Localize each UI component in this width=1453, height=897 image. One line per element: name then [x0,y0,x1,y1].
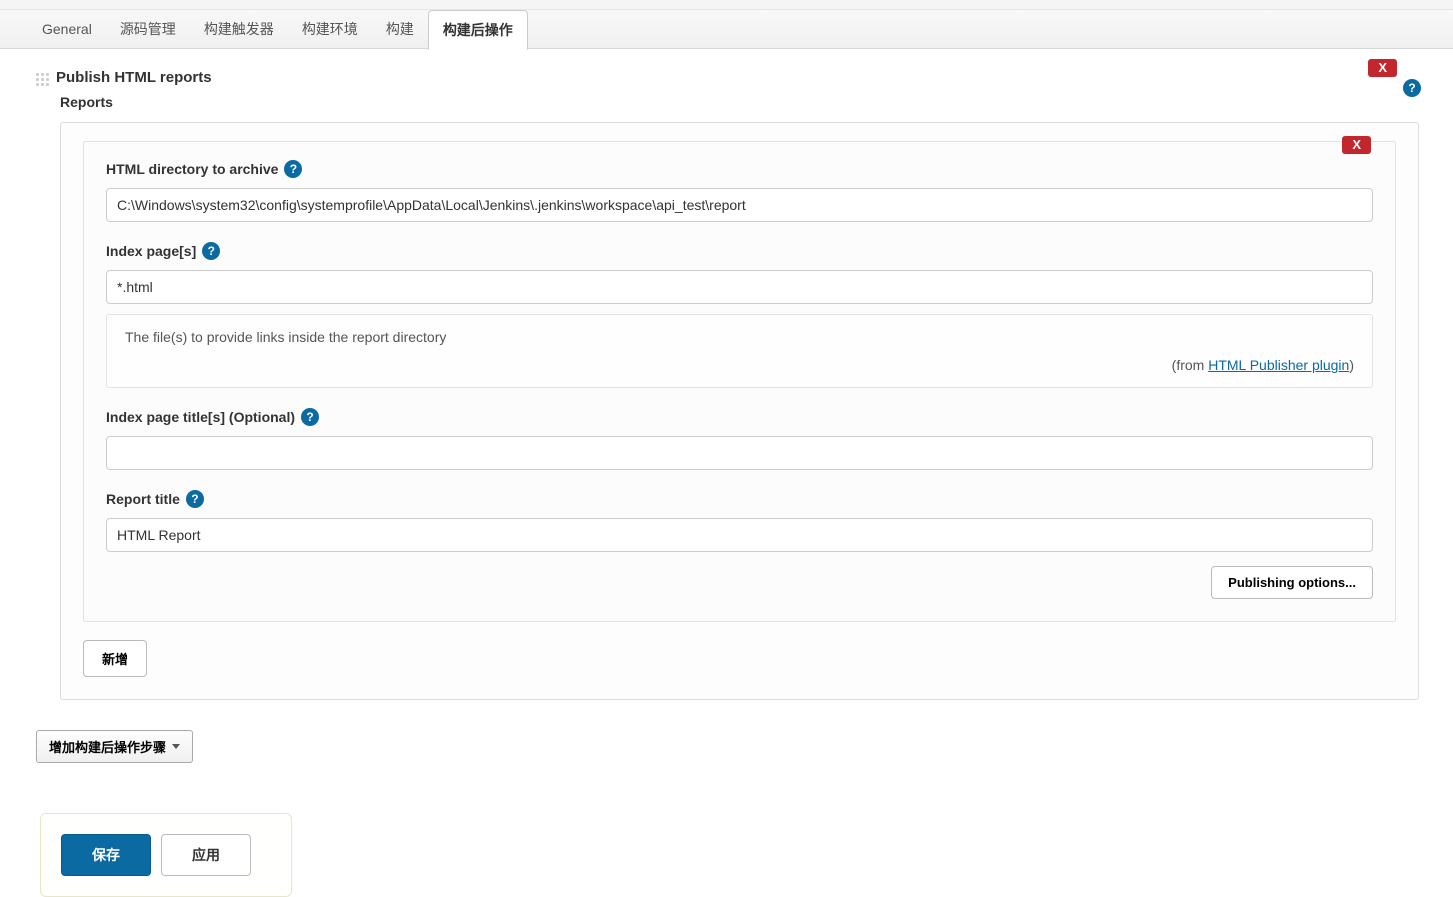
html-dir-label: HTML directory to archive ? [106,160,1373,178]
form-actions: 保存 应用 [40,813,292,897]
publishing-options-button[interactable]: Publishing options... [1211,566,1373,599]
tab-general[interactable]: General [28,9,106,49]
save-button[interactable]: 保存 [61,834,151,876]
drag-handle-icon[interactable] [36,73,50,87]
html-dir-input[interactable] [106,188,1373,222]
help-text: The file(s) to provide links inside the … [125,329,1354,345]
help-icon[interactable]: ? [284,160,302,178]
index-pages-help: The file(s) to provide links inside the … [106,314,1373,388]
tab-build-env[interactable]: 构建环境 [288,9,372,49]
tab-post-build[interactable]: 构建后操作 [428,10,528,50]
help-icon[interactable]: ? [186,490,204,508]
apply-button[interactable]: 应用 [161,834,251,876]
report-title-input[interactable] [106,518,1373,552]
help-icon[interactable]: ? [301,408,319,426]
delete-report-button[interactable]: X [1342,136,1371,154]
tab-build[interactable]: 构建 [372,9,428,49]
index-titles-label: Index page title[s] (Optional) ? [106,408,1373,426]
add-post-build-step-button[interactable]: 增加构建后操作步骤 [36,730,193,763]
plugin-link[interactable]: HTML Publisher plugin [1208,357,1349,373]
report-title-label: Report title ? [106,490,1373,508]
help-source: (from HTML Publisher plugin) [125,357,1354,373]
reports-panel: X HTML directory to archive ? Index page… [60,122,1419,700]
help-icon[interactable]: ? [202,242,220,260]
chevron-down-icon [172,744,180,749]
publish-html-section: X ? Publish HTML reports Reports X HTML … [20,65,1433,700]
index-pages-input[interactable] [106,270,1373,304]
tab-scm[interactable]: 源码管理 [106,9,190,49]
add-report-button[interactable]: 新增 [83,640,147,677]
reports-label: Reports [20,94,1433,122]
tabs-bar: General 源码管理 构建触发器 构建环境 构建 构建后操作 [0,9,1453,49]
report-entry: X HTML directory to archive ? Index page… [83,141,1396,622]
tab-triggers[interactable]: 构建触发器 [190,9,288,49]
delete-section-button[interactable]: X [1368,59,1397,77]
index-titles-input[interactable] [106,436,1373,470]
index-pages-label: Index page[s] ? [106,242,1373,260]
section-title: Publish HTML reports [20,65,1433,94]
help-icon[interactable]: ? [1403,79,1421,97]
